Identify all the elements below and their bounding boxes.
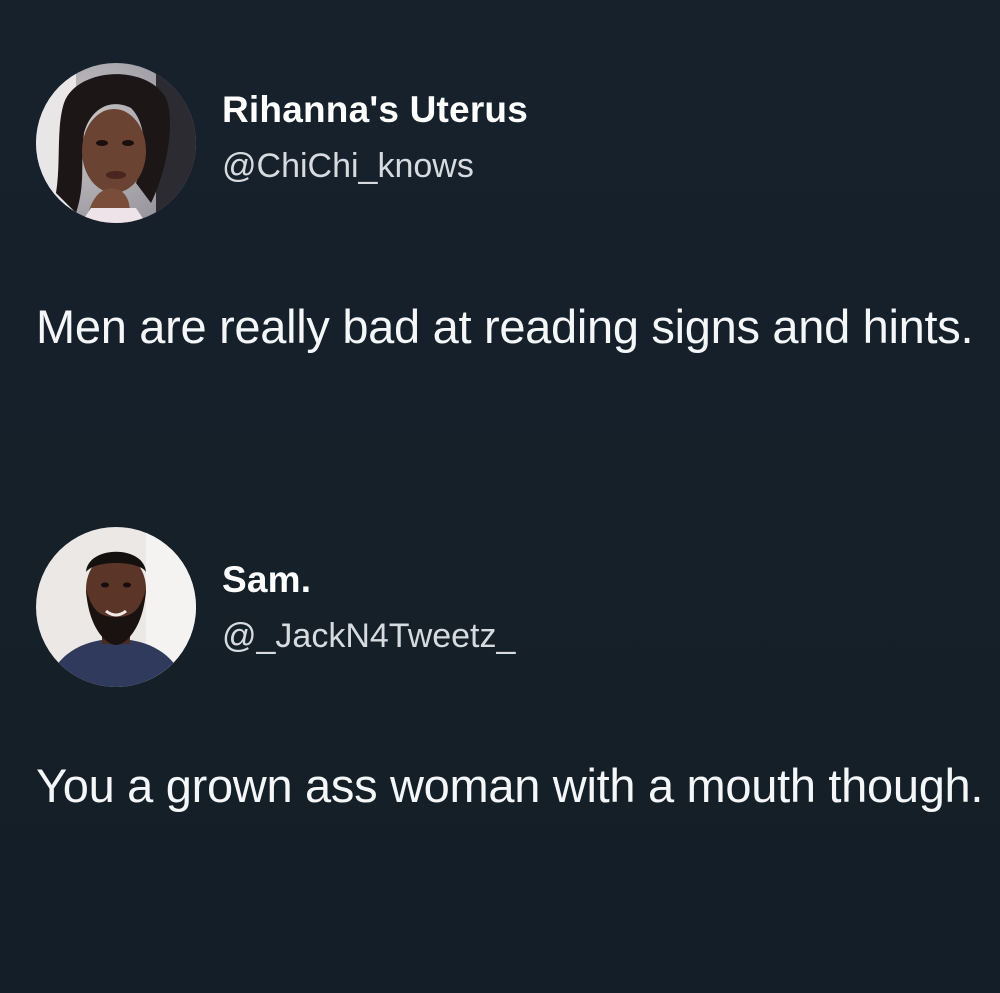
user-handle[interactable]: @_JackN4Tweetz_ [222, 617, 515, 656]
avatar-rihannas-uterus[interactable] [36, 63, 196, 223]
tweet-body-text: You a grown ass woman with a mouth thoug… [36, 759, 984, 812]
profile-photo-man-icon [36, 527, 196, 687]
tweet-body-text: Men are really bad at reading signs and … [36, 300, 974, 353]
avatar-sam[interactable] [36, 527, 196, 687]
display-name[interactable]: Sam. [222, 559, 311, 601]
screenshot-canvas: Rihanna's Uterus @ChiChi_knows Men are r… [0, 0, 1000, 993]
display-name[interactable]: Rihanna's Uterus [222, 89, 528, 131]
user-handle[interactable]: @ChiChi_knows [222, 147, 474, 186]
profile-photo-woman-icon [36, 63, 196, 223]
